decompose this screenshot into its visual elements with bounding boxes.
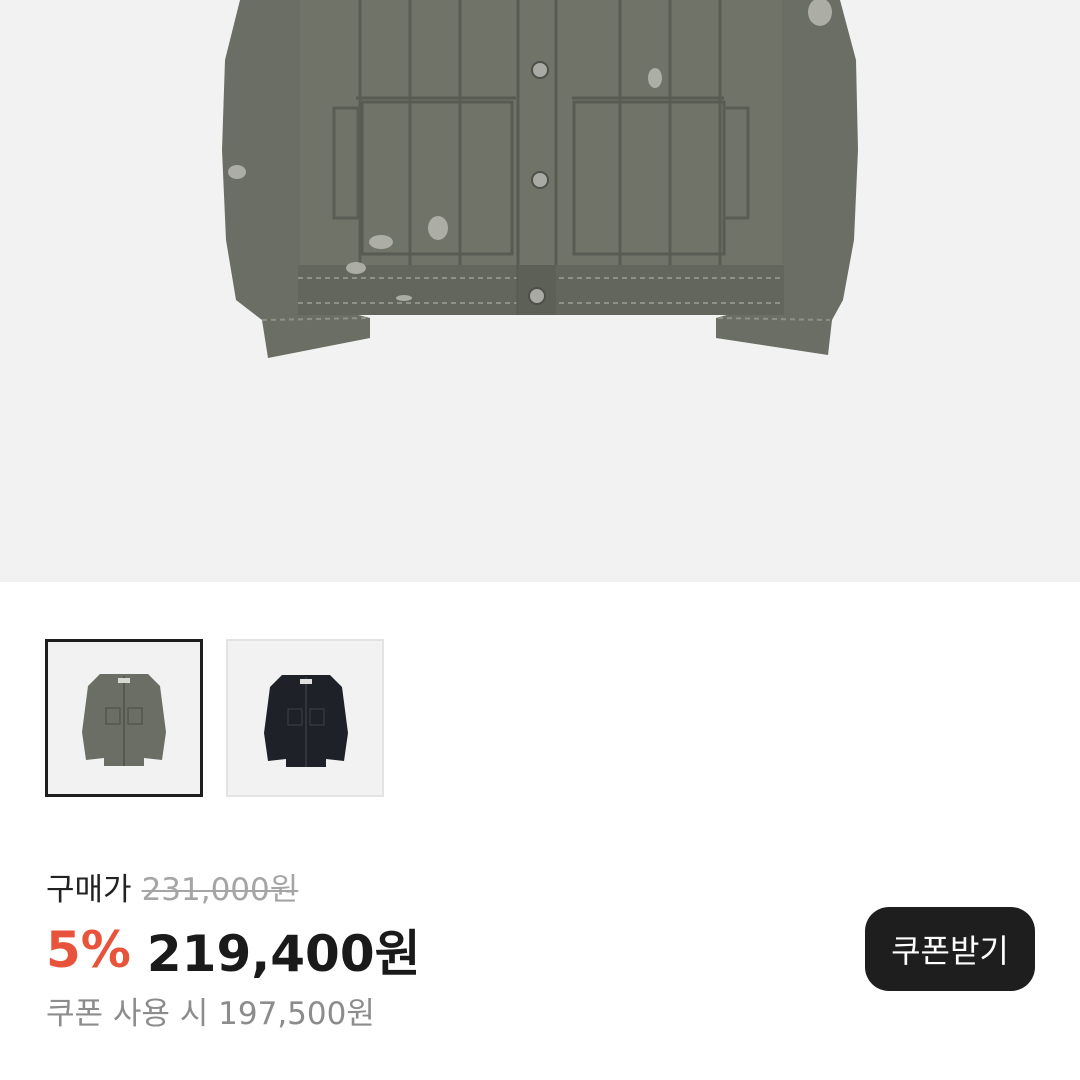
coupon-price-text: 쿠폰 사용 시 197,500원: [46, 995, 375, 1032]
olive-jacket-thumbnail-icon: [82, 674, 166, 766]
product-hero-image: [0, 0, 1080, 582]
price-label: 구매가: [46, 871, 132, 908]
black-jacket-thumbnail-icon: [264, 675, 348, 767]
sale-price-row: 5% 219,400원: [46, 918, 421, 983]
sale-price: 219,400원: [146, 925, 421, 983]
discount-rate: 5%: [46, 921, 131, 979]
thumbnail-black-jacket[interactable]: [226, 639, 384, 797]
thumbnail-olive-jacket[interactable]: [45, 639, 203, 797]
get-coupon-button[interactable]: 쿠폰받기: [865, 907, 1035, 991]
price-label-row: 구매가 231,000원: [46, 864, 298, 908]
jacket-image: [222, 0, 858, 358]
original-price: 231,000원: [141, 871, 299, 908]
